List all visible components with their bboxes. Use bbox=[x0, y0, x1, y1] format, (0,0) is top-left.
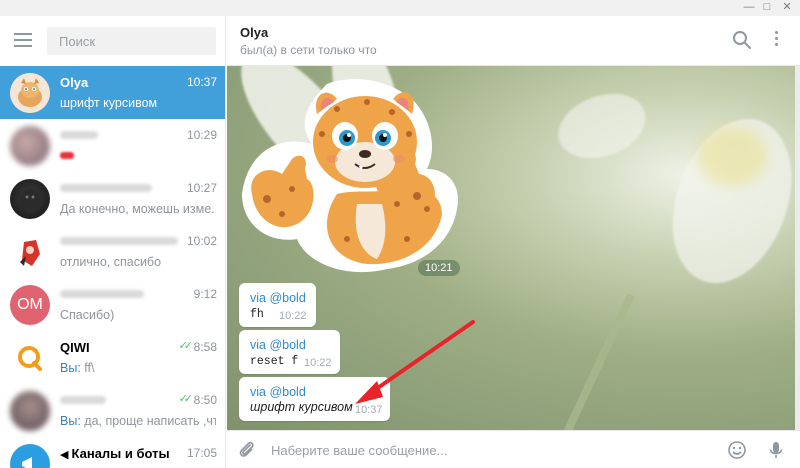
chat-preview-text: ff\ bbox=[80, 361, 95, 375]
chat-preview: Спасибо) bbox=[60, 308, 115, 322]
microphone-icon[interactable] bbox=[766, 440, 786, 460]
chat-time: 17:05 bbox=[186, 446, 217, 460]
avatar bbox=[10, 179, 50, 219]
search-input[interactable] bbox=[47, 27, 216, 55]
chat-preview-text: да, проще написать ,чт... bbox=[80, 414, 216, 428]
avatar: OM bbox=[10, 285, 50, 325]
chat-preview: Вы: ff\ bbox=[60, 361, 216, 375]
peer-name[interactable]: Olya bbox=[240, 25, 268, 40]
chat-item[interactable]: 10:27 Да конечно, можешь изме... bbox=[0, 172, 225, 225]
chat-time: 10:02 bbox=[186, 234, 217, 248]
sidebar-header bbox=[0, 16, 225, 66]
blurred-name bbox=[60, 396, 106, 404]
chat-item[interactable]: OM 9:12 Спасибо) bbox=[0, 278, 225, 331]
chat-time: 10:27 bbox=[186, 181, 217, 195]
chat-item[interactable]: 10:02 отлично, спасибо bbox=[0, 225, 225, 278]
menu-icon[interactable] bbox=[14, 33, 32, 47]
maximize-button[interactable]: □ bbox=[758, 0, 776, 16]
chat-preview: шрифт курсивом bbox=[60, 96, 158, 110]
chat-preview: отлично, спасибо bbox=[60, 255, 162, 269]
chat-item[interactable]: 10:29 bbox=[0, 119, 225, 172]
chat-time: 10:37 bbox=[186, 75, 217, 89]
annotation-arrow-icon bbox=[355, 320, 475, 404]
scrollbar[interactable] bbox=[795, 66, 800, 430]
message-input-bar bbox=[227, 430, 800, 468]
blurred-name bbox=[60, 237, 178, 245]
qiwi-logo-icon bbox=[10, 338, 50, 378]
more-menu-icon[interactable] bbox=[773, 31, 779, 51]
megaphone-icon: ◀ bbox=[60, 449, 72, 461]
read-check-icon: ✓✓ bbox=[178, 340, 194, 352]
avatar bbox=[10, 391, 50, 431]
avatar bbox=[10, 73, 50, 113]
chat-preview: Да конечно, можешь изме... bbox=[60, 202, 216, 216]
chat-name-text: Каналы и боты bbox=[71, 446, 170, 461]
you-prefix: Вы: bbox=[60, 414, 81, 428]
chat-list-sidebar: Olya 10:37 шрифт курсивом 10:29 10:27 Да… bbox=[0, 16, 226, 468]
avatar-initials: OM bbox=[17, 296, 43, 313]
message-area[interactable]: 10:21 via @bold fh 10:22 via @bold reset… bbox=[227, 66, 800, 430]
chat-name: ◀ Каналы и боты bbox=[60, 446, 170, 461]
window-titlebar: — □ ✕ bbox=[0, 0, 800, 16]
chat-preview: Вы: да, проще написать ,чт... bbox=[60, 414, 216, 428]
chat-item-olya[interactable]: Olya 10:37 шрифт курсивом bbox=[0, 66, 225, 119]
chat-name: QIWI bbox=[60, 340, 90, 355]
chat-name: Olya bbox=[60, 75, 89, 90]
minimize-button[interactable]: — bbox=[740, 0, 758, 16]
attach-icon[interactable] bbox=[237, 440, 257, 460]
blurred-name bbox=[60, 184, 152, 192]
avatar bbox=[10, 232, 50, 272]
chat-time: 8:50 bbox=[193, 393, 217, 407]
avatar bbox=[10, 444, 50, 468]
chat-item-channels-and-bots[interactable]: ◀ Каналы и боты 17:05 bbox=[0, 437, 225, 468]
chat-item[interactable]: ✓✓ 8:50 Вы: да, проще написать ,чт... bbox=[0, 384, 225, 437]
blurred-name bbox=[60, 290, 144, 298]
avatar bbox=[10, 126, 50, 166]
read-check-icon: ✓✓ bbox=[178, 393, 194, 405]
search-icon[interactable] bbox=[732, 30, 752, 50]
you-prefix: Вы: bbox=[60, 361, 81, 375]
emoji-icon[interactable] bbox=[727, 440, 747, 460]
chat-time: 10:29 bbox=[186, 128, 217, 142]
blurred-preview bbox=[60, 152, 74, 159]
chat-time: 8:58 bbox=[193, 340, 217, 354]
blurred-name bbox=[60, 131, 98, 139]
peer-status: был(а) в сети только что bbox=[240, 43, 377, 57]
chat-time: 9:12 bbox=[193, 287, 217, 301]
chat-header: Olya был(а) в сети только что bbox=[227, 16, 800, 66]
chat-item-qiwi[interactable]: QIWI ✓✓ 8:58 Вы: ff\ bbox=[0, 331, 225, 384]
message-input[interactable] bbox=[271, 439, 711, 461]
close-button[interactable]: ✕ bbox=[778, 0, 796, 16]
